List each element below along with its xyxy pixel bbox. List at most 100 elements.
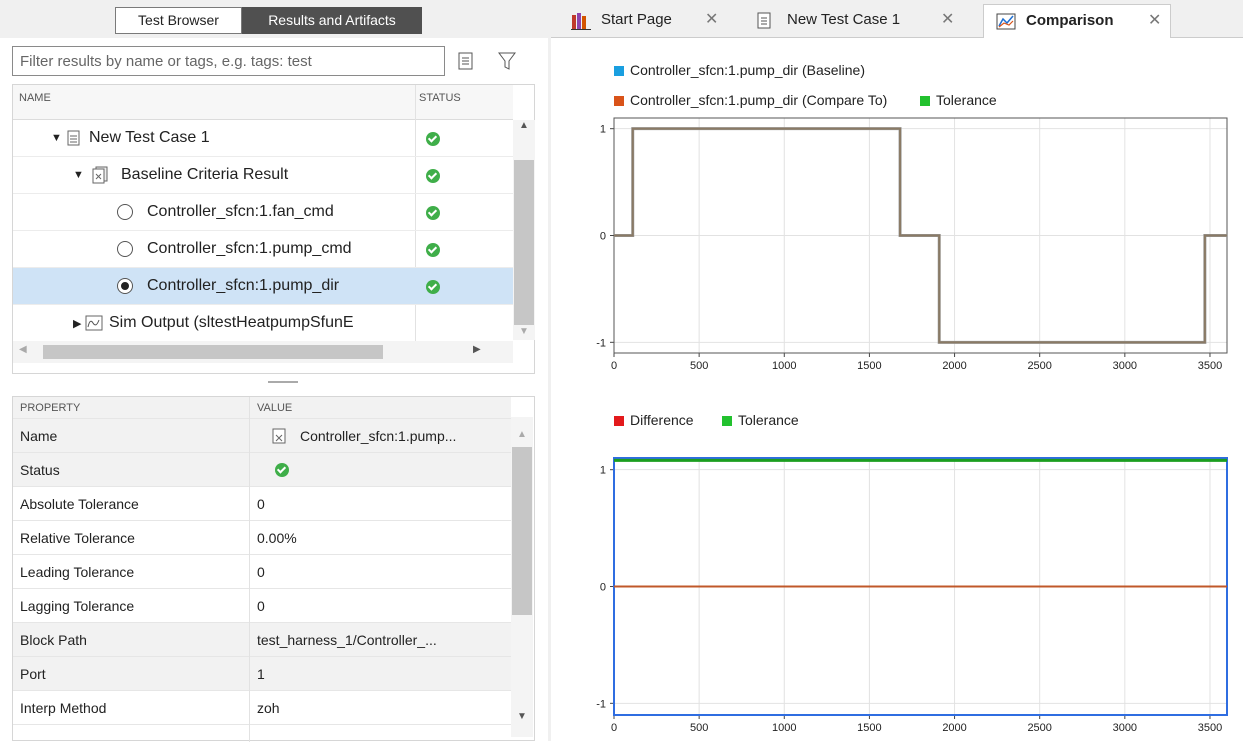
tree-row-signal[interactable]: Controller_sfcn:1.fan_cmd	[13, 194, 513, 231]
collapse-arrow-icon[interactable]: ▼	[73, 169, 84, 181]
property-value[interactable]: 0	[257, 564, 265, 580]
property-value: test_harness_1/Controller_...	[257, 632, 437, 648]
property-row[interactable]: Relative Tolerance 0.00%	[13, 521, 511, 555]
mode-toggle-bar: Test Browser Results and Artifacts	[0, 0, 548, 38]
scroll-up-icon[interactable]: ▲	[519, 120, 529, 131]
signal-radio[interactable]	[117, 241, 133, 257]
tab-start-page[interactable]: Start Page ✕	[565, 4, 731, 38]
property-key: Relative Tolerance	[20, 530, 135, 546]
tree-row-signal-selected[interactable]: Controller_sfcn:1.pump_dir	[13, 268, 513, 305]
signal-radio[interactable]	[117, 204, 133, 220]
scroll-down-icon[interactable]: ▼	[519, 326, 529, 337]
scroll-left-icon[interactable]: ◀	[19, 344, 27, 355]
baseline-criteria-icon	[92, 166, 108, 184]
legend-item-compare-to[interactable]: Controller_sfcn:1.pump_dir (Compare To)	[614, 92, 887, 108]
legend-swatch	[614, 96, 624, 106]
tab-label: Start Page	[601, 11, 672, 28]
property-value[interactable]: zoh	[257, 700, 280, 716]
scroll-thumb[interactable]	[514, 160, 534, 325]
plot-icon	[996, 13, 1016, 30]
property-row: Status	[13, 453, 511, 487]
filter-results-input[interactable]: Filter results by name or tags, e.g. tag…	[12, 46, 445, 76]
x-tick-label: 1500	[857, 722, 881, 734]
collapse-arrow-icon[interactable]: ▼	[51, 132, 62, 144]
filter-funnel-icon[interactable]	[496, 50, 518, 72]
property-value[interactable]: 0	[257, 496, 265, 512]
x-tick-label: 0	[611, 360, 617, 372]
property-row[interactable]: Leading Tolerance 0	[13, 555, 511, 589]
scroll-up-icon[interactable]: ▲	[517, 429, 527, 440]
legend-item-tolerance[interactable]: Tolerance	[920, 92, 997, 108]
sim-output-icon	[85, 315, 103, 331]
tree-row-label: Baseline Criteria Result	[121, 166, 289, 183]
tab-comparison[interactable]: Comparison ✕	[983, 4, 1171, 38]
legend-swatch	[920, 96, 930, 106]
y-tick-label: 1	[600, 465, 606, 477]
legend-item-tolerance[interactable]: Tolerance	[722, 412, 799, 428]
pass-icon	[426, 169, 440, 183]
property-row: Name Controller_sfcn:1.pump...	[13, 419, 511, 453]
property-row[interactable]: Interp Method zoh	[13, 691, 511, 725]
property-key: Absolute Tolerance	[20, 496, 139, 512]
tree-row-test-case[interactable]: ▼ New Test Case 1	[13, 120, 513, 157]
property-key: Status	[20, 462, 60, 478]
results-tree: NAME STATUS ▼ New Test Case 1 ▼ Baseline…	[12, 84, 535, 374]
tree-row-signal[interactable]: Controller_sfcn:1.pump_cmd	[13, 231, 513, 268]
property-value[interactable]: 0	[257, 598, 265, 614]
panel-splitter-handle[interactable]	[268, 381, 298, 383]
document-icon	[67, 130, 80, 146]
property-key: Lagging Tolerance	[20, 598, 135, 614]
tree-row-label: Controller_sfcn:1.pump_cmd	[147, 240, 352, 257]
tab-test-browser[interactable]: Test Browser	[115, 7, 242, 34]
close-tab-icon[interactable]: ✕	[705, 4, 718, 36]
scroll-thumb[interactable]	[43, 345, 383, 359]
x-tick-label: 0	[611, 722, 617, 734]
x-tick-label: 1000	[772, 360, 796, 372]
tab-label: Comparison	[1026, 12, 1114, 29]
scroll-right-icon[interactable]: ▶	[473, 344, 481, 355]
tab-label: New Test Case 1	[787, 11, 901, 28]
property-row[interactable]: Lagging Tolerance 0	[13, 589, 511, 623]
x-tick-label: 2000	[942, 722, 966, 734]
property-value[interactable]: 0.00%	[257, 530, 297, 546]
tree-row-label: Controller_sfcn:1.pump_dir	[147, 277, 340, 294]
tree-horizontal-scrollbar[interactable]: ◀ ▶	[13, 341, 513, 363]
difference-chart[interactable]: 0 500 1000 1500 2000 2500 3000 3500 1 0 -1	[551, 450, 1243, 741]
property-vertical-scrollbar[interactable]: ▲ ▼	[511, 417, 533, 737]
x-tick-label: 500	[690, 722, 708, 734]
library-icon	[571, 13, 591, 30]
close-tab-icon[interactable]: ✕	[1148, 5, 1161, 37]
legend-swatch	[614, 416, 624, 426]
right-panel: Start Page ✕ New Test Case 1 ✕ Compariso…	[551, 0, 1243, 741]
expand-arrow-icon[interactable]: ▶	[73, 317, 81, 330]
property-key: Leading Tolerance	[20, 564, 135, 580]
scroll-thumb[interactable]	[512, 447, 532, 615]
col-value-header: VALUE	[257, 402, 293, 414]
list-options-icon[interactable]	[455, 50, 477, 72]
tree-vertical-scrollbar[interactable]: ▲ ▼	[513, 120, 535, 340]
property-row[interactable]: Absolute Tolerance 0	[13, 487, 511, 521]
column-divider	[249, 397, 250, 742]
tree-row-baseline[interactable]: ▼ Baseline Criteria Result	[13, 157, 513, 194]
signal-comparison-chart[interactable]: 0 500 1000 1500 2000 2500 3000 3500 1 0 -1	[551, 110, 1243, 400]
y-tick-label: -1	[596, 698, 606, 710]
col-name-header: NAME	[19, 92, 51, 104]
document-tab-bar: Start Page ✕ New Test Case 1 ✕ Compariso…	[551, 0, 1243, 38]
legend-label: Tolerance	[738, 412, 799, 428]
y-tick-label: 0	[600, 231, 606, 243]
legend-item-difference[interactable]: Difference	[614, 412, 694, 428]
tree-row-sim-output[interactable]: ▶ Sim Output (sltestHeatpumpSfunE	[13, 305, 513, 342]
property-table: PROPERTY VALUE Name Controller_sfcn:1.pu…	[12, 396, 535, 742]
scroll-down-icon[interactable]: ▼	[517, 711, 527, 722]
tree-row-label: Sim Output (sltestHeatpumpSfunE	[109, 314, 354, 331]
legend-item-baseline[interactable]: Controller_sfcn:1.pump_dir (Baseline)	[614, 62, 865, 78]
close-tab-icon[interactable]: ✕	[941, 4, 954, 36]
property-key: Block Path	[20, 632, 87, 648]
tree-row-label: Controller_sfcn:1.fan_cmd	[147, 203, 334, 220]
tab-new-test-case[interactable]: New Test Case 1 ✕	[745, 4, 961, 38]
x-tick-label: 3000	[1113, 722, 1137, 734]
property-value: 1	[257, 666, 265, 682]
tree-row-label: New Test Case 1	[89, 129, 210, 146]
tab-results-artifacts[interactable]: Results and Artifacts	[242, 7, 422, 34]
signal-radio-selected[interactable]	[117, 278, 133, 294]
